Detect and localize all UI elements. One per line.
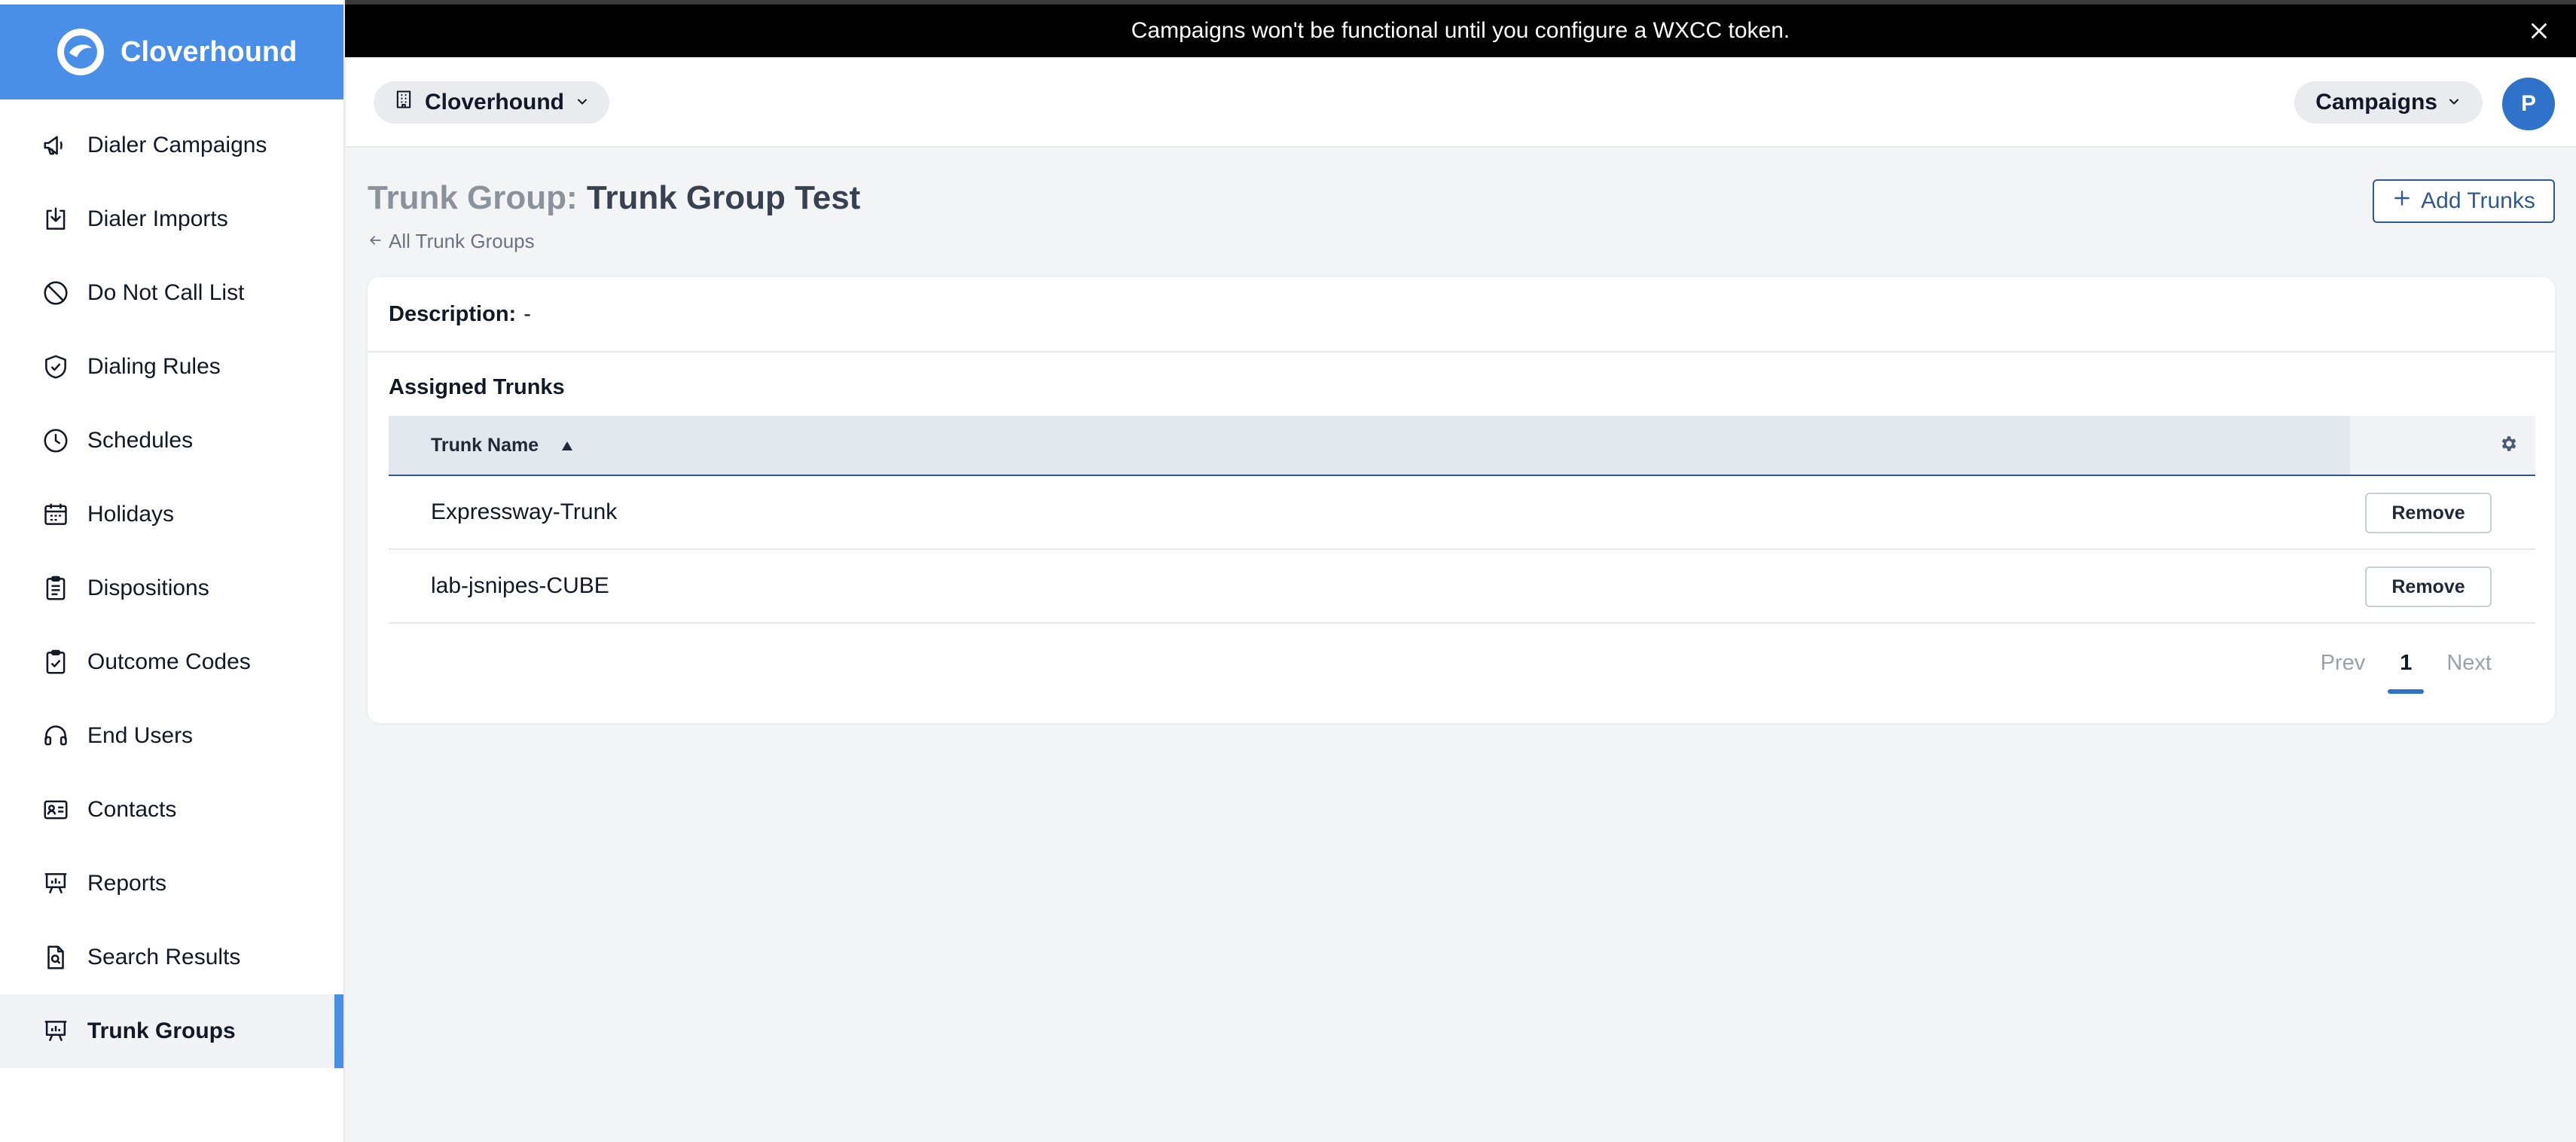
cloverhound-logo-icon — [57, 29, 104, 75]
presentation-chart-icon — [41, 1016, 71, 1046]
sidebar-item-label: Dialer Campaigns — [87, 133, 267, 157]
pagination-current-page[interactable]: 1 — [2388, 651, 2425, 694]
import-icon — [41, 204, 71, 234]
app-name: Campaigns — [2315, 90, 2437, 115]
add-trunks-button[interactable]: Add Trunks — [2373, 179, 2555, 223]
remove-button[interactable]: Remove — [2365, 493, 2492, 533]
app-switcher[interactable]: Campaigns — [2294, 81, 2483, 124]
building-icon — [393, 89, 414, 116]
assigned-trunks-table: Trunk Name Expressway-Trunk Remove lab-j… — [389, 416, 2535, 624]
document-search-icon — [41, 942, 71, 973]
description-row: Description: - — [368, 277, 2555, 353]
back-link-label: All Trunk Groups — [389, 230, 535, 252]
table-row: Expressway-Trunk Remove — [389, 476, 2535, 550]
sidebar-item-label: Contacts — [87, 797, 177, 822]
avatar[interactable]: P — [2502, 78, 2555, 130]
banner-message: Campaigns won't be functional until you … — [1131, 18, 1790, 43]
sidebar-item-label: Reports — [87, 871, 167, 896]
org-name: Cloverhound — [425, 90, 564, 115]
add-trunks-label: Add Trunks — [2421, 188, 2535, 213]
warning-banner: Campaigns won't be functional until you … — [345, 5, 2576, 57]
pagination-next[interactable]: Next — [2446, 651, 2492, 676]
trunk-name-cell: lab-jsnipes-CUBE — [431, 573, 609, 598]
prohibited-icon — [41, 278, 71, 308]
calendar-icon — [41, 499, 71, 530]
brand-name: Cloverhound — [121, 35, 298, 68]
sidebar-item-dispositions[interactable]: Dispositions — [0, 551, 343, 625]
plus-icon — [2392, 188, 2412, 214]
chevron-down-icon — [2446, 90, 2462, 115]
sidebar-item-reports[interactable]: Reports — [0, 847, 343, 921]
chevron-down-icon — [575, 90, 590, 115]
presentation-chart-icon — [41, 869, 71, 899]
sidebar-item-dialing-rules[interactable]: Dialing Rules — [0, 330, 343, 404]
sidebar-item-label: Trunk Groups — [87, 1018, 236, 1043]
sort-ascending-icon — [561, 435, 573, 456]
page-title-prefix: Trunk Group: — [368, 179, 578, 216]
pagination: Prev 1 Next — [2321, 651, 2492, 694]
sidebar-item-dialer-imports[interactable]: Dialer Imports — [0, 182, 343, 256]
sidebar-item-schedules[interactable]: Schedules — [0, 404, 343, 478]
brand-header[interactable]: Cloverhound — [0, 5, 343, 99]
sidebar-item-dialer-campaigns[interactable]: Dialer Campaigns — [0, 108, 343, 182]
back-to-trunk-groups-link[interactable]: All Trunk Groups — [368, 230, 535, 253]
column-header-label: Trunk Name — [431, 434, 539, 456]
page-title-name: Trunk Group Test — [586, 179, 861, 216]
megaphone-icon — [41, 130, 71, 160]
trunk-name-cell: Expressway-Trunk — [431, 499, 618, 524]
sidebar-item-label: Schedules — [87, 428, 194, 453]
description-value: - — [523, 301, 531, 326]
table-settings-cell — [2350, 416, 2535, 475]
sidebar-item-label: Dialing Rules — [87, 354, 221, 379]
sidebar-item-trunk-groups[interactable]: Trunk Groups — [0, 994, 343, 1068]
table-header: Trunk Name — [389, 416, 2535, 476]
sidebar-item-label: Search Results — [87, 945, 241, 969]
shield-check-icon — [41, 352, 71, 382]
sidebar-item-search-results[interactable]: Search Results — [0, 921, 343, 994]
trunk-group-card: Description: - Assigned Trunks Trunk Nam… — [368, 277, 2555, 723]
remove-button[interactable]: Remove — [2365, 566, 2492, 607]
org-selector[interactable]: Cloverhound — [374, 81, 609, 124]
close-icon[interactable] — [2526, 18, 2552, 44]
headset-icon — [41, 721, 71, 751]
clock-icon — [41, 426, 71, 456]
sidebar-item-label: Holidays — [87, 502, 175, 527]
gear-icon[interactable] — [2499, 434, 2519, 457]
sidebar: Cloverhound Dialer Campaigns Dialer Impo… — [0, 0, 345, 1142]
sidebar-item-outcome-codes[interactable]: Outcome Codes — [0, 625, 343, 699]
sidebar-item-label: Dispositions — [87, 576, 209, 600]
contact-card-icon — [41, 795, 71, 825]
clipboard-check-icon — [41, 647, 71, 677]
column-header-trunk-name[interactable]: Trunk Name — [389, 416, 2350, 475]
sidebar-item-contacts[interactable]: Contacts — [0, 773, 343, 847]
sidebar-item-end-users[interactable]: End Users — [0, 699, 343, 773]
sidebar-item-do-not-call-list[interactable]: Do Not Call List — [0, 256, 343, 330]
top-header: Cloverhound Campaigns P — [346, 57, 2576, 148]
sidebar-item-label: Do Not Call List — [87, 280, 245, 305]
assigned-trunks-title: Assigned Trunks — [389, 375, 565, 399]
sidebar-item-label: End Users — [87, 723, 194, 748]
clipboard-icon — [41, 573, 71, 603]
page-title: Trunk Group: Trunk Group Test — [368, 179, 860, 217]
sidebar-item-holidays[interactable]: Holidays — [0, 478, 343, 551]
sidebar-item-label: Dialer Imports — [87, 206, 228, 231]
description-label: Description: — [389, 301, 517, 326]
pagination-prev[interactable]: Prev — [2321, 651, 2366, 676]
sidebar-item-label: Outcome Codes — [87, 649, 251, 674]
sidebar-nav: Dialer Campaigns Dialer Imports Do Not C… — [0, 108, 343, 1068]
arrow-left-icon — [368, 230, 383, 253]
table-row: lab-jsnipes-CUBE Remove — [389, 550, 2535, 624]
